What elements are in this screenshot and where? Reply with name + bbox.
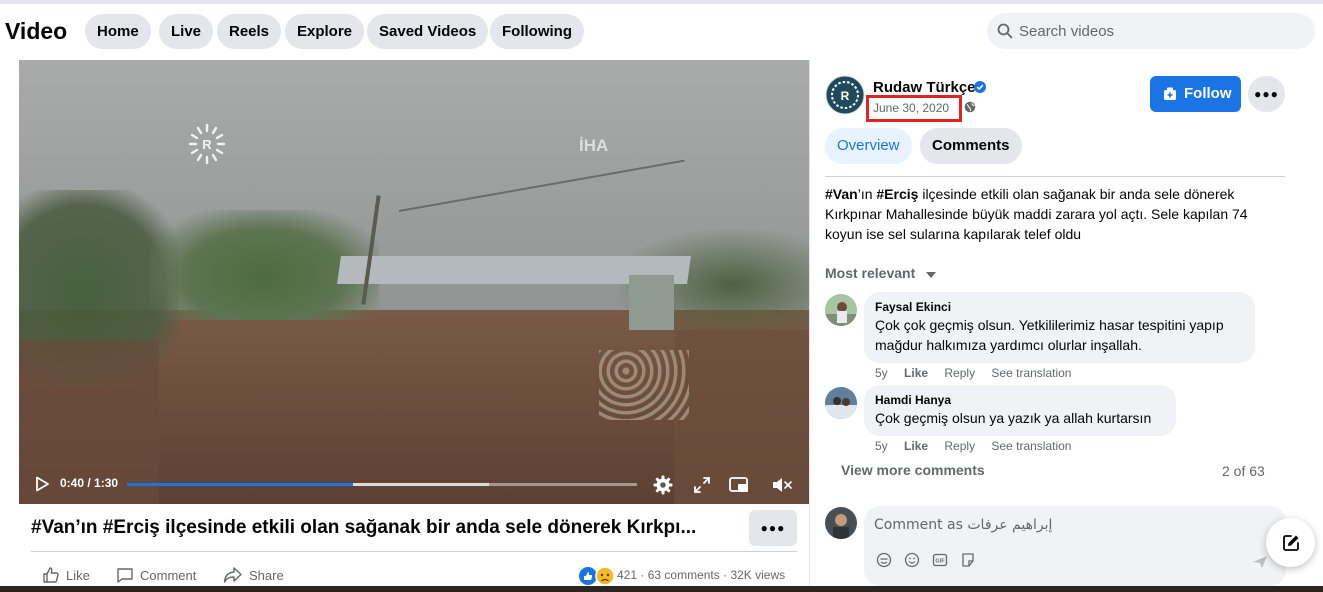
page-avatar[interactable]: R [825, 75, 865, 115]
comment-actions: 5y Like Reply See translation [875, 439, 1084, 453]
send-icon[interactable] [1252, 554, 1268, 570]
current-user-avatar[interactable] [825, 507, 857, 539]
nav-saved-videos[interactable]: Saved Videos [367, 14, 489, 49]
comments-shown-count: 2 of 63 [1222, 463, 1265, 479]
nav-live[interactable]: Live [159, 14, 214, 49]
nav-explore[interactable]: Explore [285, 14, 365, 49]
comment-reply-link[interactable]: Reply [944, 366, 975, 380]
comment-bubble: Faysal Ekinci Çok çok geçmiş olsun. Yetk… [864, 292, 1255, 363]
like-button[interactable]: Like [42, 566, 90, 586]
comment-age[interactable]: 5y [875, 366, 888, 380]
compose-pencil-icon [1283, 535, 1299, 551]
comments-count[interactable]: 63 comments [648, 568, 720, 582]
comment-sort-dropdown[interactable]: Most relevant [825, 265, 915, 281]
sad-reaction-icon [595, 566, 615, 586]
share-label: Share [249, 568, 284, 583]
engagement-stats: 421 · 63 comments · 32K views [617, 568, 785, 582]
svg-text:R: R [202, 137, 212, 152]
commenter-avatar[interactable] [825, 294, 857, 326]
comment-reply-link[interactable]: Reply [944, 439, 975, 453]
video-header: Video Home Live Reels Explore Saved Vide… [0, 4, 1323, 60]
search-bar[interactable] [987, 13, 1315, 49]
comment-like-link[interactable]: Like [904, 366, 928, 380]
video-title: #Van’ın #Erciş ilçesinde etkili olan sağ… [31, 517, 697, 538]
search-icon [997, 23, 1013, 39]
comment-label: Comment [140, 568, 197, 583]
emoji-icon[interactable] [904, 552, 920, 568]
muted-volume-icon[interactable] [771, 474, 793, 496]
desc-text: ’ın [857, 186, 877, 202]
divider [31, 551, 797, 552]
video-player[interactable]: R İHA 0:40 / 1:30 [19, 60, 809, 504]
follow-page-icon [1164, 87, 1176, 100]
svg-text:GIF: GIF [935, 559, 945, 565]
post-date[interactable]: June 30, 2020 [873, 101, 949, 115]
sticker-icon[interactable] [960, 552, 976, 568]
fullscreen-icon[interactable] [691, 474, 713, 496]
tab-comments[interactable]: Comments [920, 128, 1022, 164]
bottom-taskbar-edge [0, 586, 1323, 592]
see-translation-link[interactable]: See translation [991, 439, 1071, 453]
comment-button[interactable]: Comment [116, 566, 196, 586]
see-translation-link[interactable]: See translation [991, 366, 1071, 380]
divider [825, 176, 1285, 177]
reaction-icons[interactable] [578, 566, 618, 586]
comment-like-link[interactable]: Like [904, 439, 928, 453]
video-frame-building [629, 275, 674, 330]
follow-label: Follow [1184, 85, 1232, 102]
nav-reels[interactable]: Reels [217, 14, 282, 49]
page-name-link[interactable]: Rudaw Türkçe [873, 79, 976, 96]
comment-author[interactable]: Faysal Ekinci [875, 300, 1244, 314]
like-thumb-icon [43, 567, 59, 583]
comment-author[interactable]: Hamdi Hanya [875, 393, 1165, 407]
comment-actions: 5y Like Reply See translation [875, 366, 1084, 380]
more-dots-icon: ●●● [1254, 87, 1279, 101]
share-arrow-icon [223, 567, 242, 583]
iha-watermark: İHA [579, 136, 609, 155]
hashtag-van[interactable]: #Van [825, 186, 858, 202]
reaction-count[interactable]: 421 [617, 568, 637, 582]
comment-text: Çok çok geçmiş olsun. Yetkililerimiz has… [875, 317, 1224, 353]
new-message-button[interactable] [1266, 518, 1315, 567]
globe-icon [964, 101, 976, 113]
comment-input[interactable] [874, 514, 1234, 536]
comment-bubble: Hamdi Hanya Çok geçmiş olsun ya yazık ya… [864, 385, 1176, 436]
nav-home[interactable]: Home [85, 14, 151, 49]
comment-age[interactable]: 5y [875, 439, 888, 453]
video-frame-sheep [599, 350, 689, 420]
player-controls: 0:40 / 1:30 [19, 464, 809, 504]
page-title: Video [5, 18, 68, 44]
chevron-down-icon[interactable] [926, 272, 936, 278]
stats-separator: · [640, 568, 645, 582]
post-more-options-button[interactable]: ●●● [1248, 76, 1285, 112]
post-description: #Van’ın #Erciş ilçesinde etkili olan sağ… [825, 184, 1285, 244]
rudaw-watermark-logo: R [188, 123, 226, 165]
comment-text: Çok geçmiş olsun ya yazık ya allah kurta… [875, 410, 1152, 426]
commenter-avatar[interactable] [825, 387, 857, 419]
tab-overview[interactable]: Overview [825, 128, 912, 164]
svg-text:R: R [841, 89, 850, 103]
gif-icon[interactable]: GIF [932, 552, 948, 568]
comment-composer[interactable]: GIF [864, 506, 1286, 586]
share-button[interactable]: Share [223, 566, 284, 586]
search-input[interactable] [1019, 13, 1299, 49]
miniplayer-icon[interactable] [728, 474, 750, 496]
view-more-comments-link[interactable]: View more comments [841, 462, 985, 478]
follow-button[interactable]: Follow [1150, 76, 1241, 112]
play-icon[interactable] [34, 476, 50, 492]
progress-scrubber[interactable] [127, 483, 637, 486]
more-dots-icon: ●●● [760, 521, 786, 535]
nav-following[interactable]: Following [490, 14, 584, 49]
views-count: 32K views [730, 568, 786, 582]
stats-separator: · [723, 568, 728, 582]
avatar-sticker-icon[interactable] [876, 552, 892, 568]
hashtag-ercis[interactable]: #Erciş [876, 186, 918, 202]
settings-gear-icon[interactable] [652, 474, 674, 496]
like-label: Like [66, 568, 90, 583]
progress-fill [127, 483, 354, 486]
playback-time: 0:40 / 1:30 [60, 476, 119, 490]
video-more-options-button[interactable]: ●●● [749, 510, 797, 546]
verified-badge-icon [974, 81, 986, 93]
comment-bubble-icon [117, 568, 133, 583]
